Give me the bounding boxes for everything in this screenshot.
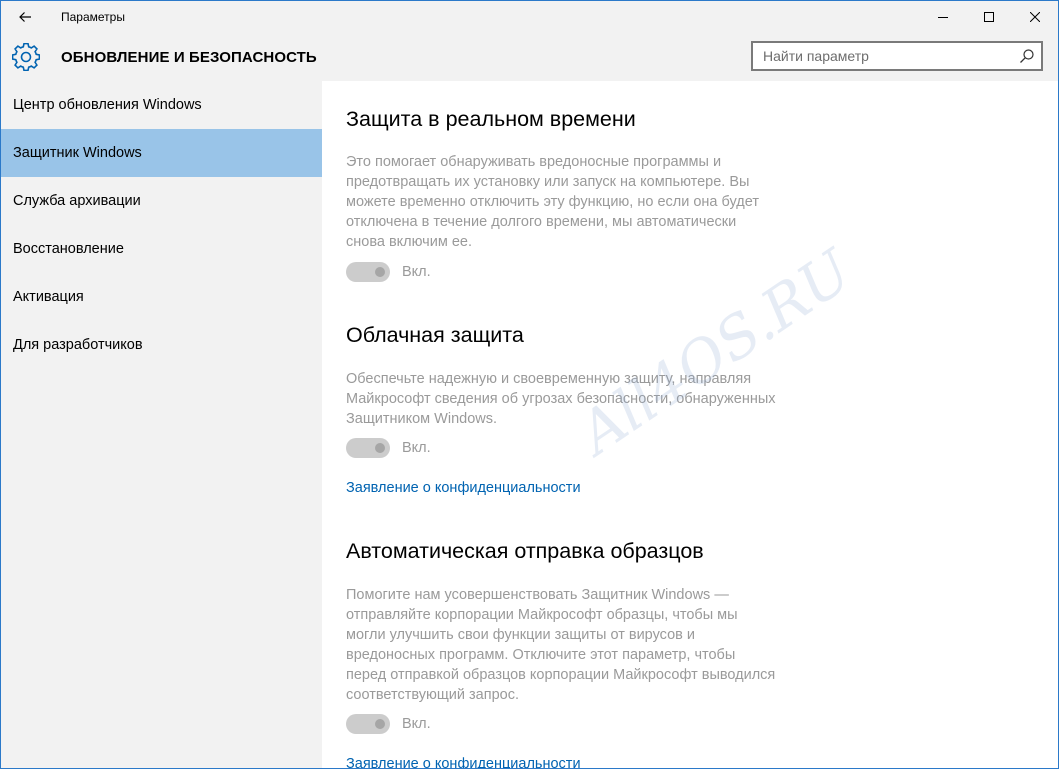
privacy-statement-link[interactable]: Заявление о конфиденциальности — [346, 480, 581, 496]
main-content: Защита в реальном времени Это помогает о… — [322, 81, 1058, 768]
page-header: ОБНОВЛЕНИЕ И БЕЗОПАСНОСТЬ — [1, 33, 1058, 81]
sample-submission-toggle-label: Вкл. — [402, 716, 431, 732]
back-button[interactable] — [1, 1, 49, 33]
toggle-knob — [375, 719, 385, 729]
toggle-knob — [375, 443, 385, 453]
realtime-protection-toggle-label: Вкл. — [402, 264, 431, 280]
realtime-protection-heading: Защита в реальном времени — [346, 107, 636, 131]
cloud-protection-heading: Облачная защита — [346, 323, 524, 347]
watermark: All4OS.RU — [567, 236, 864, 468]
sidebar-item-activation[interactable]: Активация — [1, 273, 322, 321]
search-icon[interactable] — [1019, 48, 1035, 64]
sidebar-nav: Центр обновления Windows Защитник Window… — [1, 81, 322, 768]
back-arrow-icon — [19, 12, 31, 22]
sidebar-item-windows-defender[interactable]: Защитник Windows — [1, 129, 322, 177]
realtime-protection-toggle[interactable] — [346, 262, 390, 282]
search-input[interactable] — [753, 43, 1023, 69]
maximize-icon — [984, 12, 994, 22]
sidebar-item-backup[interactable]: Служба архивации — [1, 177, 322, 225]
sidebar-item-developers[interactable]: Для разработчиков — [1, 321, 322, 369]
title-bar: Параметры — [1, 1, 1058, 33]
cloud-protection-description: Обеспечьте надежную и своевременную защи… — [346, 371, 776, 427]
window-title: Параметры — [61, 10, 125, 24]
maximize-button[interactable] — [966, 1, 1012, 33]
sample-submission-toggle[interactable] — [346, 714, 390, 734]
sample-submission-heading: Автоматическая отправка образцов — [346, 539, 704, 563]
sidebar-item-recovery[interactable]: Восстановление — [1, 225, 322, 273]
cloud-protection-toggle-label: Вкл. — [402, 440, 431, 456]
settings-window: Параметры ОБНОВЛЕНИЕ И БЕЗОПАСНОСТЬ Найт… — [0, 0, 1059, 769]
realtime-protection-description: Это помогает обнаруживать вредоносные пр… — [346, 154, 759, 250]
close-icon — [1030, 12, 1040, 22]
cloud-protection-toggle[interactable] — [346, 438, 390, 458]
toggle-knob — [375, 267, 385, 277]
privacy-statement-link[interactable]: Заявление о конфиденциальности — [346, 756, 581, 768]
minimize-button[interactable] — [920, 1, 966, 33]
sample-submission-description: Помогите нам усовершенствовать Защитник … — [346, 587, 776, 703]
sidebar-item-windows-update[interactable]: Центр обновления Windows — [1, 81, 322, 129]
section-title: ОБНОВЛЕНИЕ И БЕЗОПАСНОСТЬ — [61, 49, 317, 66]
minimize-icon — [938, 17, 948, 18]
search-box[interactable] — [751, 41, 1043, 71]
gear-icon — [12, 43, 40, 71]
close-button[interactable] — [1012, 1, 1058, 33]
